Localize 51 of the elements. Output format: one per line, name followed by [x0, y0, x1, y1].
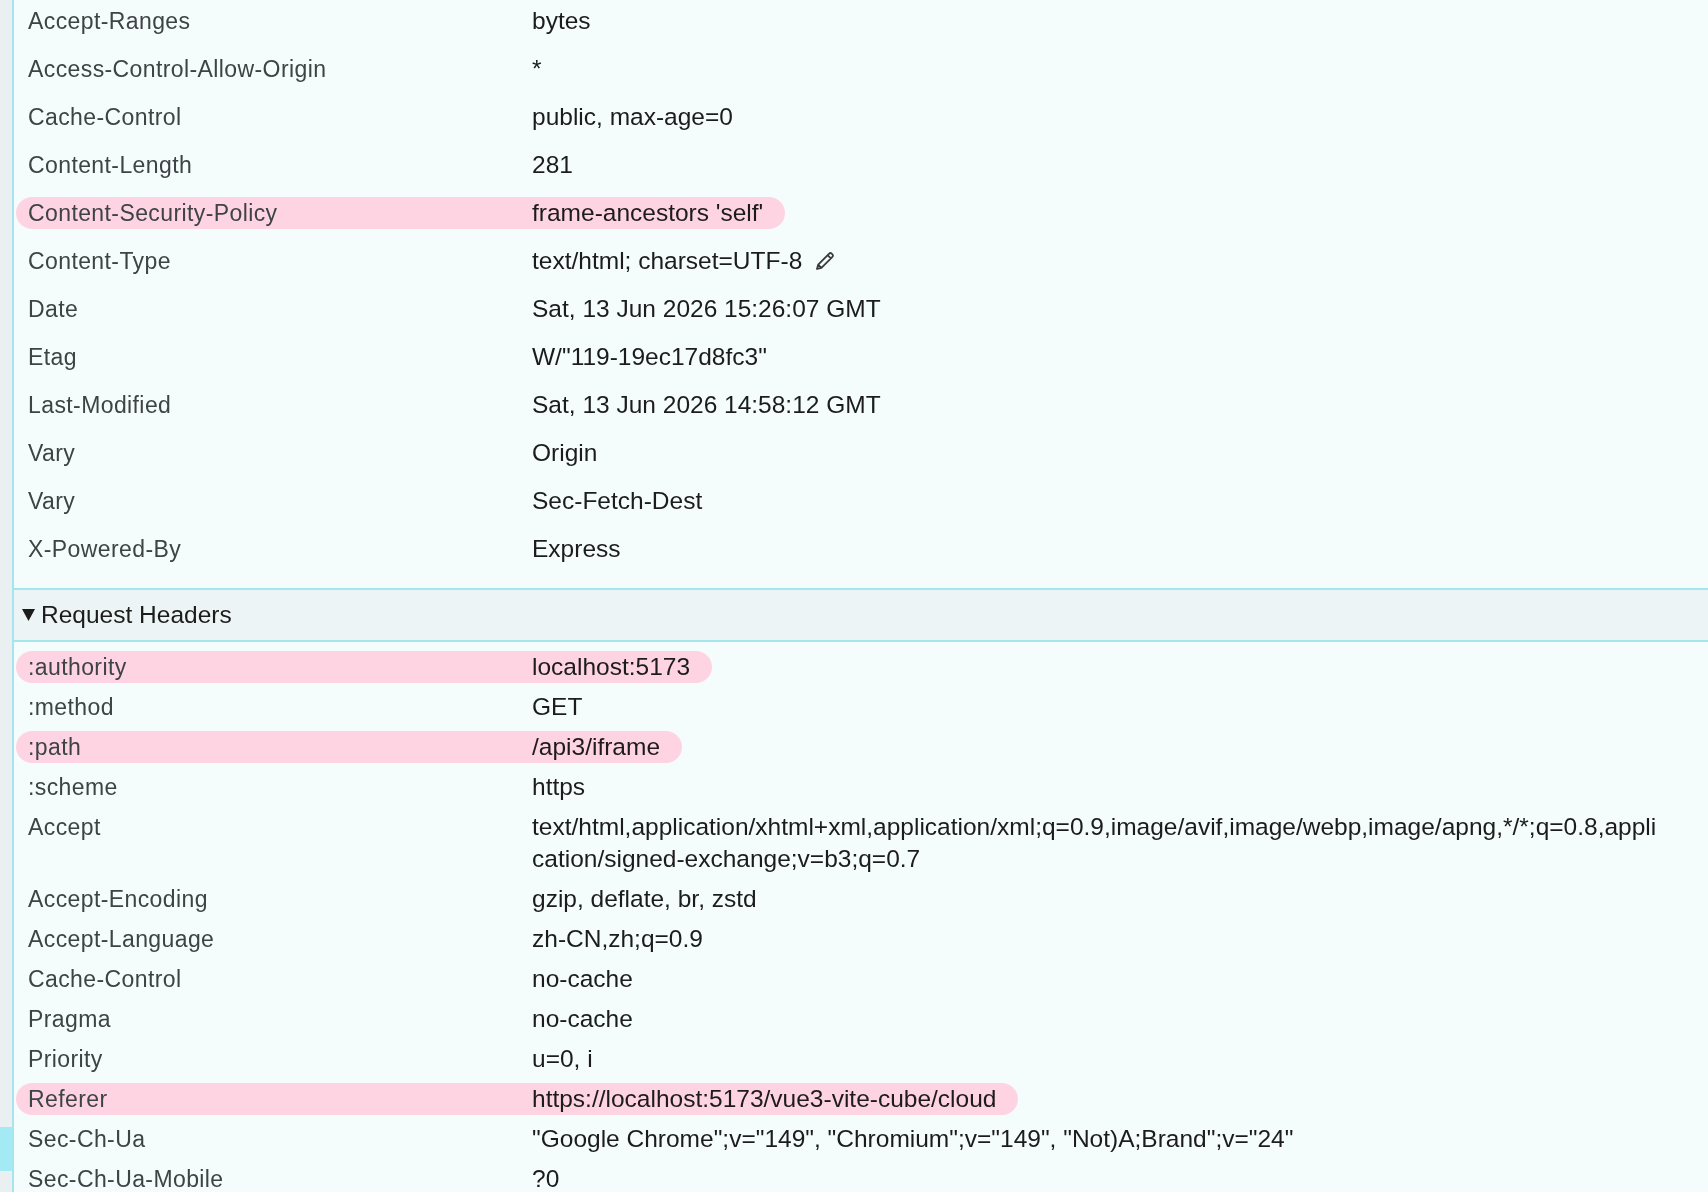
header-name: :method: [28, 693, 115, 722]
header-value: *: [532, 54, 542, 84]
section-header[interactable]: Request Headers: [14, 588, 1708, 642]
header-value: bytes: [532, 6, 591, 36]
header-name: X-Powered-By: [28, 535, 183, 564]
header-value: Sat, 13 Jun 2026 15:26:07 GMT: [532, 294, 881, 324]
header-name: Last-Modified: [28, 391, 173, 420]
header-name: Vary: [28, 439, 77, 468]
header-name: Accept-Ranges: [28, 7, 192, 36]
header-value: u=0, i: [532, 1044, 593, 1074]
header-name: Accept-Encoding: [28, 885, 209, 914]
header-name: Content-Security-Policy: [28, 199, 279, 228]
header-name: Sec-Ch-Ua-Mobile: [28, 1165, 225, 1192]
header-value: Sec-Fetch-Dest: [532, 486, 703, 516]
header-value: /api3/iframe: [532, 732, 660, 762]
header-name: Cache-Control: [28, 103, 183, 132]
header-value: ?0: [532, 1164, 560, 1192]
header-value: https: [532, 772, 586, 802]
header-name: :scheme: [28, 773, 119, 802]
header-value: localhost:5173: [532, 652, 690, 682]
pencil-icon[interactable]: [814, 250, 837, 272]
header-name: Referer: [28, 1085, 109, 1114]
header-name: Priority: [28, 1045, 104, 1074]
header-value: text/html; charset=UTF-8: [532, 246, 803, 276]
header-value: no-cache: [532, 964, 633, 994]
header-name: Cache-Control: [28, 965, 183, 994]
header-name: Vary: [28, 487, 77, 516]
header-name: Content-Length: [28, 151, 194, 180]
header-value: W/"119-19ec17d8fc3": [532, 342, 767, 372]
header-value: frame-ancestors 'self': [532, 198, 764, 228]
header-name: Accept-Language: [28, 925, 216, 954]
header-value: GET: [532, 692, 583, 722]
header-value: "Google Chrome";v="149", "Chromium";v="149", "Not)A;Brand";v="24": [532, 1124, 1294, 1154]
header-name: Etag: [28, 343, 78, 372]
header-value: Origin: [532, 438, 598, 468]
header-name: Content-Type: [28, 247, 172, 276]
header-name: Sec-Ch-Ua: [28, 1125, 147, 1154]
header-value: 281: [532, 150, 573, 180]
header-name: Pragma: [28, 1005, 112, 1034]
header-name: Date: [28, 295, 80, 324]
header-value: gzip, deflate, br, zstd: [532, 884, 757, 914]
header-value: https://localhost:5173/vue3-vite-cube/cloud: [532, 1084, 997, 1114]
header-name: Access-Control-Allow-Origin: [28, 55, 328, 84]
header-value: no-cache: [532, 1004, 633, 1034]
header-value: public, max-age=0: [532, 102, 733, 132]
header-value: zh-CN,zh;q=0.9: [532, 924, 703, 954]
header-value: Sat, 13 Jun 2026 14:58:12 GMT: [532, 390, 881, 420]
header-value: Express: [532, 534, 621, 564]
header-name: Accept: [28, 813, 102, 842]
header-name: :authority: [28, 653, 128, 682]
header-name: :path: [28, 733, 83, 762]
